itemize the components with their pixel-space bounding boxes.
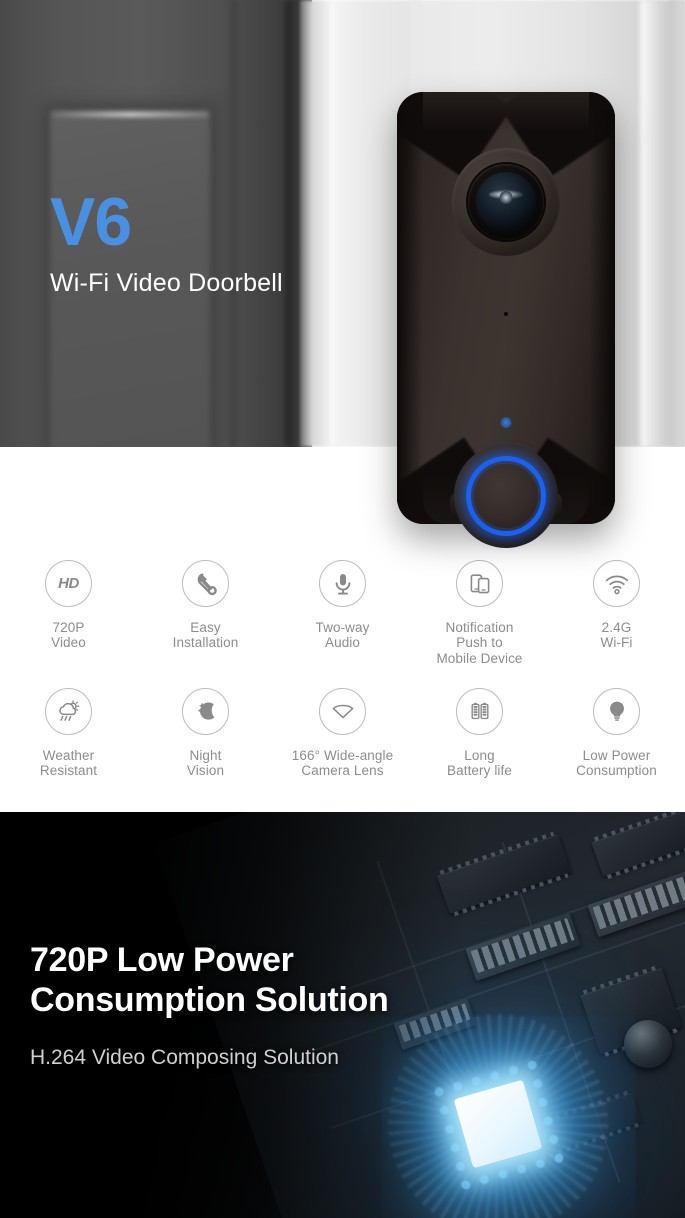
- feature-label: 2.4G Wi-Fi: [600, 620, 633, 651]
- doorbell-product-image: [397, 92, 615, 548]
- feature-label: 166° Wide-angle Camera Lens: [291, 747, 394, 778]
- wrench-icon: [182, 560, 229, 607]
- page-title: V6: [50, 184, 132, 260]
- hero-text-block: V6 Wi-Fi Video Doorbell: [50, 184, 283, 298]
- feature-label: Low Power Consumption: [576, 747, 657, 778]
- solution-text-block: 720P Low Power Consumption Solution H.26…: [30, 940, 550, 1070]
- feature-wide-angle-lens: 166° Wide-angle Camera Lens: [274, 687, 411, 779]
- moon-stars-icon: [182, 687, 229, 735]
- lightbulb-icon: [593, 687, 640, 735]
- hd-icon-label: HD: [58, 575, 79, 592]
- feature-label: Night Vision: [186, 747, 225, 778]
- camera-lens-core: [499, 191, 513, 204]
- feature-notification-push: Notification Push to Mobile Device: [411, 560, 548, 666]
- hd-icon: HD: [45, 560, 92, 607]
- feature-easy-installation: Easy Installation: [137, 560, 274, 666]
- microphone-icon: [319, 560, 366, 607]
- feature-two-way-audio: Two-way Audio: [274, 560, 411, 666]
- wifi-icon: [593, 560, 640, 607]
- feature-row-1: HD 720P Video Easy Installation Two-way …: [0, 560, 685, 666]
- page-subtitle: Wi-Fi Video Doorbell: [50, 268, 283, 297]
- weather-rain-sun-icon: [45, 687, 92, 735]
- side-shadow-right: [589, 110, 615, 506]
- batteries-icon: [456, 687, 503, 735]
- top-shading: [423, 92, 589, 132]
- feature-low-power-consumption: Low Power Consumption: [548, 687, 685, 779]
- feature-label: Weather Resistant: [39, 747, 98, 778]
- feature-label: Easy Installation: [172, 620, 239, 651]
- solution-subtitle: H.264 Video Composing Solution: [30, 1046, 339, 1070]
- feature-row-2: Weather Resistant Night Vision 166° Wide…: [0, 687, 685, 779]
- feature-24g-wifi: 2.4G Wi-Fi: [548, 560, 685, 666]
- microphone-hole: [504, 312, 508, 316]
- feature-night-vision: Night Vision: [137, 687, 274, 779]
- doorbell-button[interactable]: [474, 464, 538, 528]
- feature-label: Long Battery life: [447, 747, 512, 778]
- side-shadow-left: [397, 110, 423, 506]
- solution-title: 720P Low Power Consumption Solution: [30, 941, 389, 1020]
- feature-long-battery-life: Long Battery life: [411, 687, 548, 779]
- feature-720p-video: HD 720P Video: [0, 560, 137, 666]
- feature-label: Notification Push to Mobile Device: [436, 620, 523, 666]
- feature-weather-resistant: Weather Resistant: [0, 687, 137, 779]
- mobile-devices-icon: [456, 560, 503, 607]
- feature-label: 720P Video: [51, 620, 86, 651]
- wide-angle-lens-icon: [319, 687, 366, 735]
- status-led-indicator: [500, 417, 512, 428]
- feature-label: Two-way Audio: [315, 620, 370, 651]
